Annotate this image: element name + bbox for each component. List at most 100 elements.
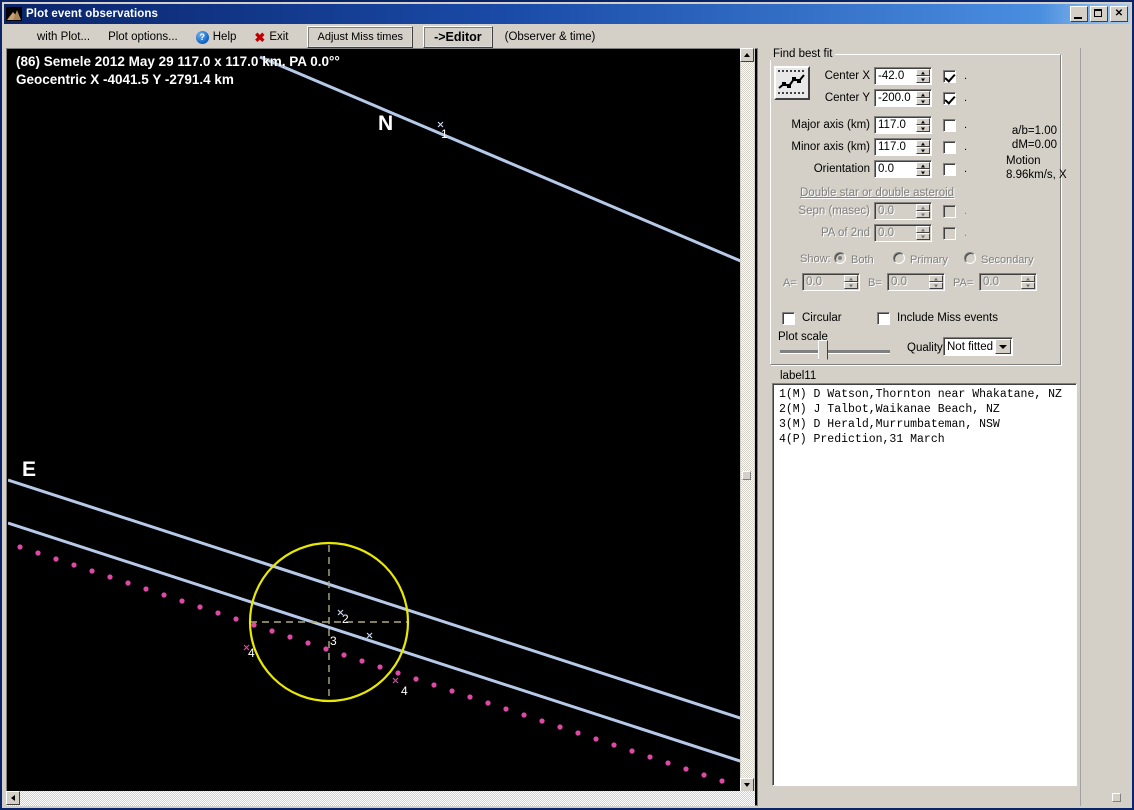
center-x-dot: . [964,70,968,82]
separation-label: Sepn (masec) [798,205,870,217]
include-miss-events-checkbox[interactable] [877,312,890,325]
prediction-track [17,544,725,784]
center-x-input[interactable] [875,68,916,84]
dm-label: dM=0.00 [1011,139,1057,151]
b-input [888,274,929,290]
plot-canvas[interactable]: (86) Semele 2012 May 29 117.0 x 117.0 km… [8,50,743,794]
chord-label-3: 3 [330,634,337,648]
center-x-spinner[interactable] [874,67,932,85]
separation-spinner [874,202,932,220]
b-spinner [887,273,945,291]
scroll-up-button[interactable] [740,48,754,62]
maximize-button[interactable] [1090,6,1108,22]
compass-north-label: N [378,112,394,135]
center-x-checkbox[interactable] [943,70,956,83]
chord-label-4-left: 4 [248,646,255,660]
b-down-button [929,282,943,289]
center-y-down-button[interactable] [916,98,930,105]
menu-help[interactable]: ? Help [187,28,246,47]
minor-axis-checkbox[interactable] [943,141,956,154]
menu-with-plot[interactable]: with Plot... [28,28,99,46]
show-secondary-label: Secondary [981,254,1034,266]
orientation-up-button[interactable] [916,162,930,169]
chord-label-2: 2 [342,612,349,626]
observation-line: 3(M) D Herald,Murrumbateman, NSW [779,418,1000,431]
minor-axis-input[interactable] [875,139,916,155]
minor-axis-spinner[interactable] [874,138,932,156]
orientation-checkbox[interactable] [943,163,956,176]
pa-up-button [1021,275,1035,282]
orientation-spinner[interactable] [874,160,932,178]
center-y-spinner[interactable] [874,89,932,107]
separation-checkbox [943,205,956,218]
plot-vertical-scrollbar[interactable] [740,48,755,792]
chevron-down-icon[interactable] [995,339,1011,354]
title-bar: Plot event observations ✕ [4,4,1130,24]
center-y-checkbox[interactable] [943,92,956,105]
orientation-down-button[interactable] [916,169,930,176]
adjust-miss-times-button[interactable]: Adjust Miss times [307,26,414,48]
center-x-down-button[interactable] [916,76,930,83]
a-spinner [802,273,860,291]
major-axis-down-button[interactable] [916,125,930,132]
quality-select[interactable]: Not fitted [943,337,1013,356]
show-label: Show: [800,253,831,265]
major-axis-label: Major axis (km) [791,119,870,131]
close-button[interactable]: ✕ [1110,6,1128,22]
pa-of-2nd-dot: . [964,227,968,239]
find-best-fit-title: Find best fit [770,48,836,60]
plot-scale-slider-track[interactable] [780,350,890,354]
plot-graphics [8,55,743,784]
close-icon: ✕ [1114,8,1124,19]
show-primary-radio [893,252,905,264]
pa-label: PA= [953,277,974,289]
window-controls: ✕ [1070,6,1128,22]
plot-horizontal-scrollbar[interactable] [6,791,1121,806]
label11: label11 [780,370,817,382]
minor-axis-up-button[interactable] [916,140,930,147]
observation-line: 1(M) D Watson,Thornton near Whakatane, N… [779,388,1062,401]
pa-of-2nd-up-button [916,226,930,233]
minor-axis-down-button[interactable] [916,147,930,154]
center-y-input[interactable] [875,90,916,106]
circular-checkbox[interactable] [782,312,795,325]
orientation-label: Orientation [813,163,870,175]
help-icon: ? [195,30,209,44]
a-down-button [844,282,858,289]
show-secondary-radio [964,252,976,264]
pa-of-2nd-label: PA of 2nd [820,227,870,239]
observations-textbox[interactable]: 1(M) D Watson,Thornton near Whakatane, N… [772,383,1077,786]
major-axis-spinner[interactable] [874,116,932,134]
chord-label-4-right: 4 [401,684,408,698]
pa-input [980,274,1021,290]
center-x-up-button[interactable] [916,69,930,76]
major-axis-checkbox[interactable] [943,119,956,132]
motion-label: Motion [1006,155,1041,167]
minimize-button[interactable] [1070,6,1088,22]
orientation-input[interactable] [875,161,916,177]
editor-button[interactable]: ->Editor [423,26,493,48]
b-up-button [929,275,943,282]
major-axis-up-button[interactable] [916,118,930,125]
menu-plot-options[interactable]: Plot options... [99,28,187,46]
pa-spinner [979,273,1037,291]
scroll-down-button[interactable] [740,778,754,792]
quality-value: Not fitted [947,340,994,353]
exit-icon: ✖ [254,29,266,45]
menu-help-label: Help [212,31,237,43]
scroll-left-button[interactable] [6,791,20,805]
plot-header-line1: (86) Semele 2012 May 29 117.0 x 117.0 km… [16,54,340,69]
separation-down-button [916,211,930,218]
minor-axis-label: Minor axis (km) [791,141,870,153]
center-y-up-button[interactable] [916,91,930,98]
window-title: Plot event observations [26,8,159,20]
menu-with-plot-label: with Plot... [37,31,91,43]
separation-up-button [916,204,930,211]
double-star-heading[interactable]: Double star or double asteroid [800,187,954,199]
event-markers [337,121,444,639]
center-y-dot: . [964,92,968,104]
major-axis-input[interactable] [875,117,916,133]
menu-exit[interactable]: ✖ Exit [245,28,297,46]
plot-scale-slider-thumb[interactable] [818,340,828,364]
plot-splitter-grip[interactable] [742,471,751,480]
